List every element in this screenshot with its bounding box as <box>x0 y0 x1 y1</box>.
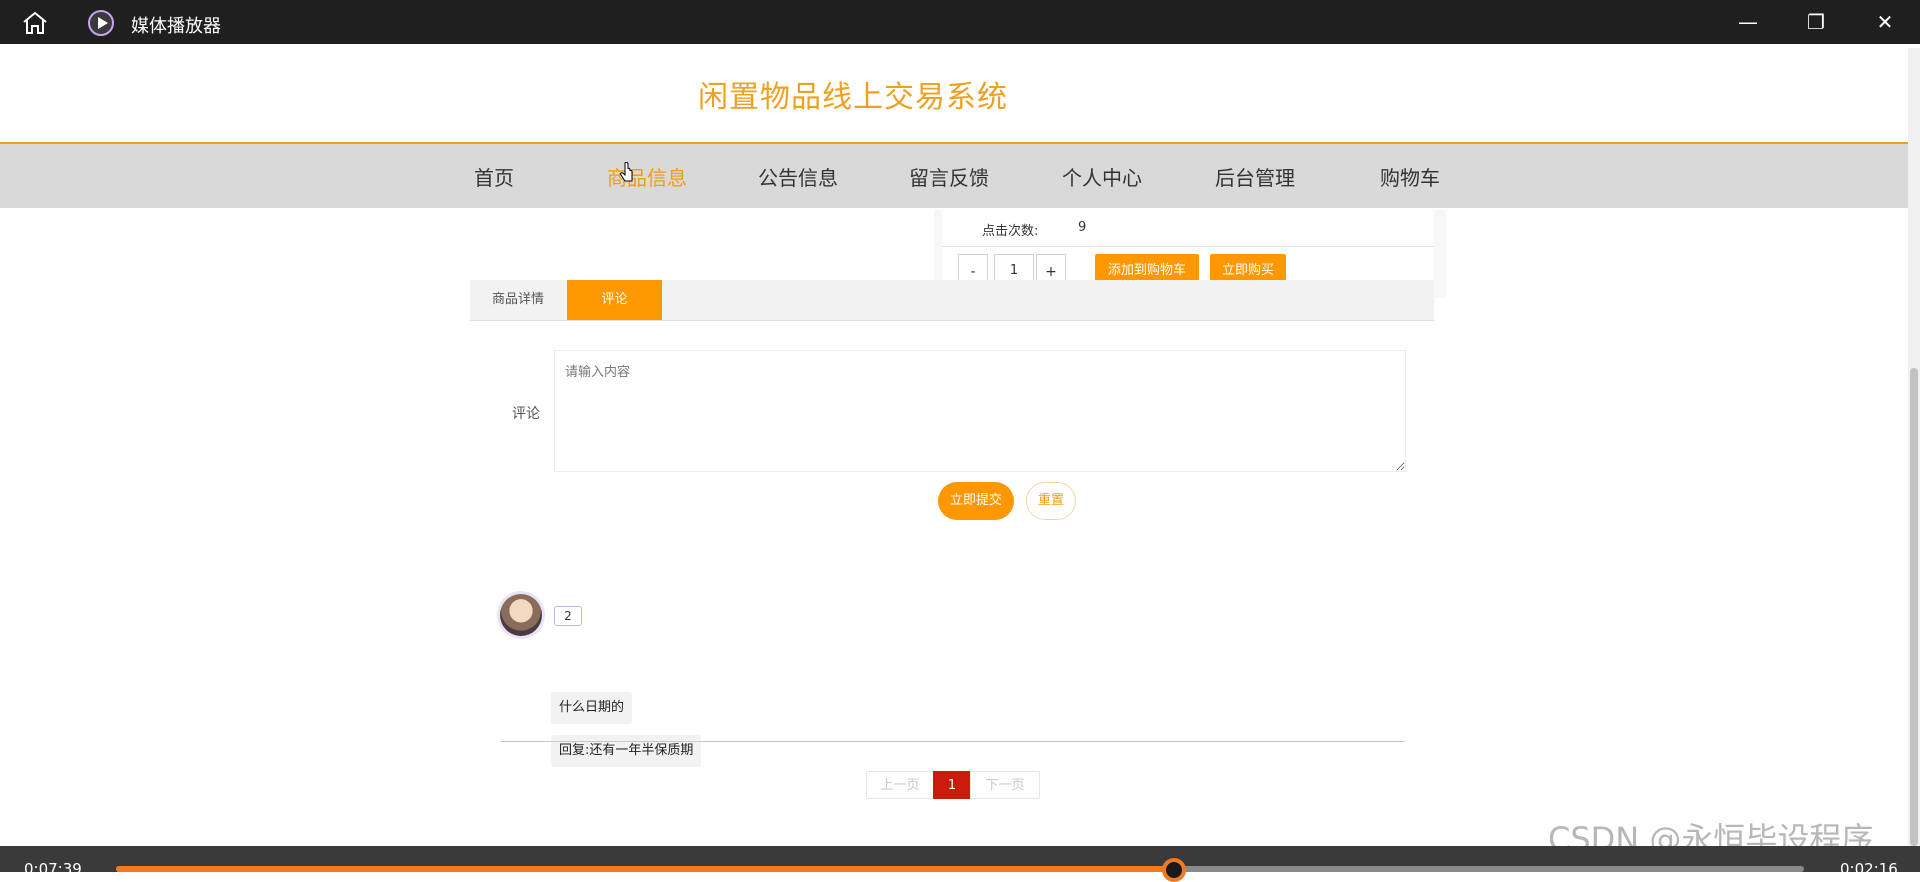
click-count-label: 点击次数: <box>982 224 1039 239</box>
reset-button[interactable]: 重置 <box>1026 482 1076 520</box>
nav-item-announcements[interactable]: 公告信息 <box>758 162 838 191</box>
page-scrollbar[interactable] <box>1908 48 1920 846</box>
nav-item-feedback[interactable]: 留言反馈 <box>909 162 989 191</box>
site-title: 闲置物品线上交易系统 <box>698 80 1008 115</box>
home-icon[interactable] <box>20 10 50 36</box>
nav-item-products[interactable]: 商品信息 <box>607 162 687 191</box>
pagination-current-page[interactable]: 1 <box>933 771 971 799</box>
title-bar: 媒体播放器 — ❐ ✕ <box>0 0 1920 44</box>
comment-textarea[interactable] <box>554 350 1406 472</box>
click-count-value: 9 <box>1078 220 1087 235</box>
submit-comment-button[interactable]: 立即提交 <box>938 482 1014 520</box>
current-time: 0:07:39 <box>24 860 82 878</box>
maximize-button[interactable]: ❐ <box>1796 8 1836 36</box>
comment-reply: 回复:还有一年半保质期 <box>551 735 702 767</box>
avatar <box>500 594 542 636</box>
seek-handle[interactable] <box>1162 858 1186 882</box>
pagination-next-button[interactable]: 下一页 <box>970 771 1040 799</box>
tab-product-details[interactable]: 商品详情 <box>470 280 566 320</box>
nav-item-admin[interactable]: 后台管理 <box>1215 162 1295 191</box>
nav-item-cart[interactable]: 购物车 <box>1380 162 1440 191</box>
window-title: 媒体播放器 <box>131 16 221 37</box>
nav-item-personal-center[interactable]: 个人中心 <box>1062 162 1142 191</box>
seek-progress-fill <box>116 866 1174 872</box>
mouse-cursor-icon <box>620 162 633 182</box>
nav-item-home[interactable]: 首页 <box>474 162 514 191</box>
close-button[interactable]: ✕ <box>1865 8 1905 36</box>
comment-field-label: 评论 <box>512 406 540 422</box>
total-time: 0:02:16 <box>1840 860 1898 878</box>
comment-divider <box>501 741 1405 742</box>
comment-username: 2 <box>554 606 582 626</box>
comment-content: 什么日期的 <box>551 692 633 724</box>
minimize-button[interactable]: — <box>1728 8 1768 36</box>
main-nav: 首页 商品信息 公告信息 留言反馈 个人中心 后台管理 购物车 <box>0 142 1908 208</box>
media-player-app-icon <box>88 10 114 36</box>
tab-comments[interactable]: 评论 <box>567 280 662 320</box>
scrollbar-thumb[interactable] <box>1910 368 1918 846</box>
pagination-prev-button[interactable]: 上一页 <box>866 771 934 799</box>
